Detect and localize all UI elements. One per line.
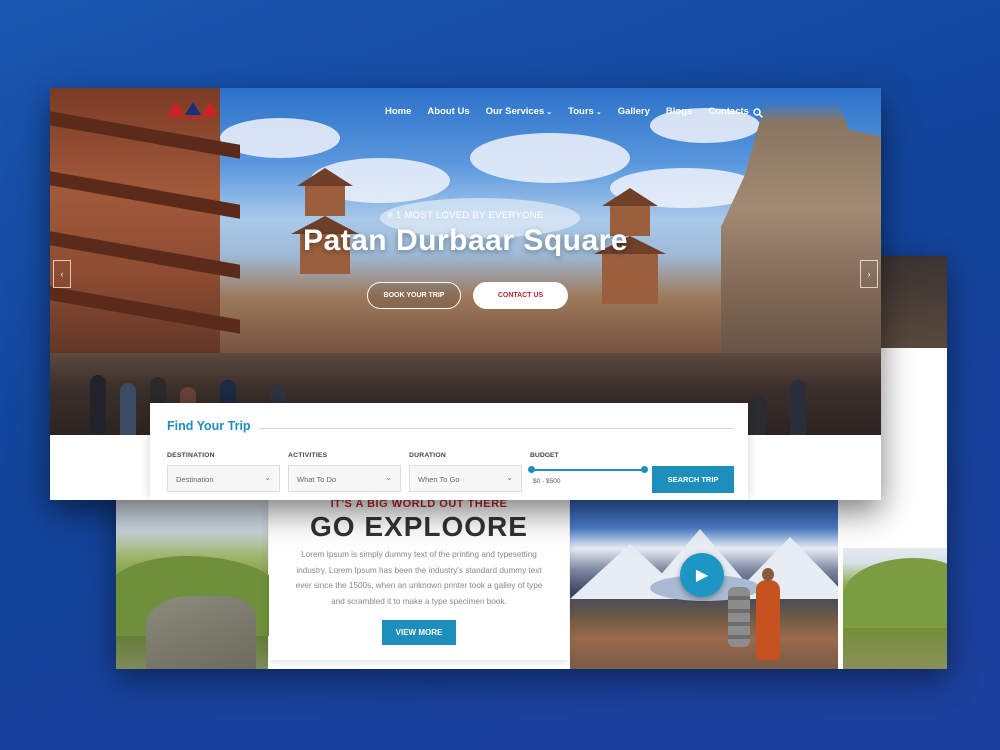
hero-banner: JHS TRAVELS Home About Us Our Services ⌄ …: [50, 88, 881, 435]
landscape-photo-left: [116, 496, 286, 669]
divider: [260, 428, 734, 429]
top-navigation: JHS TRAVELS Home About Us Our Services ⌄ …: [50, 88, 881, 134]
view-more-button[interactable]: VIEW MORE: [381, 620, 457, 645]
slider-prev-icon[interactable]: ‹: [53, 260, 71, 288]
search-trip-button[interactable]: SEARCH TRIP: [652, 466, 734, 493]
activities-field: ACTIVITIES What To Do ⌄: [288, 452, 401, 492]
finder-title: Find Your Trip: [167, 419, 251, 433]
destination-select[interactable]: Destination ⌄: [167, 465, 280, 492]
nav-contacts[interactable]: Contacts: [708, 106, 749, 117]
contact-us-button[interactable]: CONTACT US: [473, 282, 568, 309]
explore-title: GO EXPLOORE: [310, 511, 528, 542]
slider-next-icon[interactable]: ›: [860, 260, 878, 288]
logo-text: JHS TRAVELS: [168, 116, 213, 122]
destination-field: DESTINATION Destination ⌄: [167, 452, 280, 492]
homepage-mockup: JHS TRAVELS Home About Us Our Services ⌄ …: [50, 88, 881, 500]
nav-our-services[interactable]: Our Services ⌄: [486, 106, 553, 117]
duration-select[interactable]: When To Go ⌄: [409, 465, 522, 492]
nav-home[interactable]: Home: [385, 106, 411, 117]
monk-figure: [756, 568, 780, 660]
slider-handle-max[interactable]: [641, 466, 648, 473]
trip-finder: Find Your Trip DESTINATION Destination ⌄…: [150, 403, 748, 500]
book-your-trip-button[interactable]: BOOK YOUR TRIP: [367, 282, 461, 309]
explore-card: IT'S A BIG WORLD OUT THERE GO EXPLOORE L…: [269, 492, 569, 660]
activities-select[interactable]: What To Do ⌄: [288, 465, 401, 492]
nav-about-us[interactable]: About Us: [427, 106, 469, 117]
chevron-down-icon: ⌄: [264, 473, 271, 482]
landscape-photo-right: [843, 548, 947, 669]
chevron-down-icon: ⌄: [546, 108, 553, 116]
budget-slider[interactable]: [528, 466, 648, 473]
hero-title: Patan Durbaar Square: [302, 224, 629, 257]
search-icon[interactable]: [753, 108, 763, 118]
slider-handle-min[interactable]: [528, 466, 535, 473]
explore-body: Lorem Ipsum is simply dummy text of the …: [295, 550, 543, 606]
nav-tours[interactable]: Tours ⌄: [568, 106, 602, 117]
logo[interactable]: JHS TRAVELS: [168, 102, 218, 130]
budget-range: $0 - $500: [533, 478, 561, 485]
chevron-down-icon: ⌄: [385, 473, 392, 482]
nav-gallery[interactable]: Gallery: [618, 106, 650, 117]
duration-field: DURATION When To Go ⌄: [409, 452, 522, 492]
chevron-down-icon: ⌄: [506, 473, 513, 482]
budget-field: BUDGET $0 - $500: [528, 452, 648, 485]
chevron-down-icon: ⌄: [595, 108, 602, 116]
play-icon[interactable]: ▶: [680, 553, 724, 597]
nav-blogs[interactable]: Blogs: [666, 106, 692, 117]
video-thumbnail[interactable]: ▶: [570, 497, 838, 669]
main-menu: Home About Us Our Services ⌄ Tours ⌄ Galle…: [385, 106, 765, 117]
hero-kicker: # 1 MOST LOVED BY EVERYONE: [387, 210, 544, 221]
